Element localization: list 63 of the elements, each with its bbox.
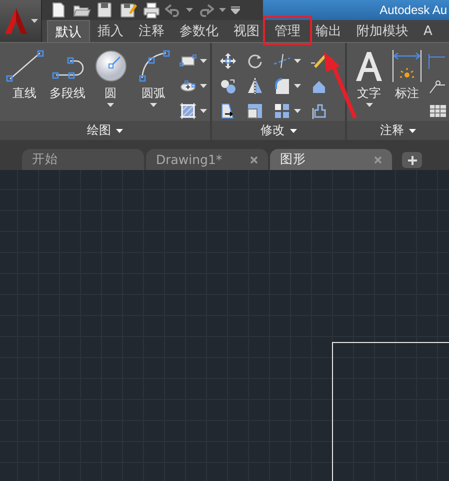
- caret-icon[interactable]: [200, 109, 207, 113]
- hatch-icon[interactable]: [179, 102, 197, 120]
- caret-icon[interactable]: [116, 128, 123, 132]
- caret-icon[interactable]: [186, 8, 193, 12]
- mirror-icon[interactable]: [246, 77, 264, 95]
- save-icon[interactable]: [96, 1, 114, 19]
- ribbon-tab[interactable]: 参数化: [172, 20, 226, 42]
- ribbon-tab[interactable]: 插入: [90, 20, 131, 42]
- tab-label: 图形: [280, 151, 306, 168]
- annotation-arrow: [324, 52, 357, 119]
- tool-button[interactable]: 标注: [388, 48, 426, 102]
- scale-icon[interactable]: [246, 102, 264, 120]
- letter-a-logo-icon: [3, 7, 29, 35]
- caret-icon[interactable]: [294, 59, 301, 63]
- ribbon-tab[interactable]: 注释: [131, 20, 172, 42]
- line-icon: [4, 48, 44, 84]
- move-icon[interactable]: [219, 52, 237, 70]
- ribbon-tab[interactable]: 输出: [308, 20, 349, 42]
- tab-label: 开始: [32, 151, 58, 168]
- tab-label: Drawing1*: [156, 152, 222, 167]
- trim-icon[interactable]: [273, 52, 291, 70]
- caret-icon[interactable]: [107, 103, 114, 107]
- ribbon-tab[interactable]: 管理: [267, 20, 308, 42]
- copy-icon[interactable]: [219, 77, 237, 95]
- ribbon-tab[interactable]: 视图: [226, 20, 267, 42]
- caret-icon[interactable]: [366, 103, 372, 107]
- table-icon[interactable]: [428, 102, 446, 120]
- panel-title[interactable]: 绘图: [83, 122, 127, 139]
- dimension-icon: [390, 48, 424, 84]
- ribbon-tab[interactable]: 附加模块: [349, 20, 416, 42]
- document-tab[interactable]: 开始: [22, 149, 144, 170]
- plus-icon: [408, 156, 416, 164]
- undo-icon[interactable]: [165, 3, 181, 17]
- ribbon-tab[interactable]: 默认: [47, 20, 90, 42]
- redo-icon[interactable]: [198, 3, 214, 17]
- caret-icon[interactable]: [219, 8, 226, 12]
- caret-icon[interactable]: [294, 109, 301, 113]
- rotate-icon[interactable]: [246, 52, 264, 70]
- caret-icon[interactable]: [200, 84, 207, 88]
- fillet-icon[interactable]: [273, 77, 291, 95]
- caret-icon[interactable]: [409, 128, 416, 132]
- menu-icon[interactable]: [231, 6, 240, 14]
- caret-icon[interactable]: [290, 128, 296, 132]
- ribbon-tab[interactable]: A: [416, 20, 432, 42]
- caret-icon[interactable]: [200, 59, 207, 63]
- tool-button[interactable]: 多段线: [46, 48, 89, 102]
- close-icon[interactable]: [250, 156, 258, 164]
- tool-button[interactable]: 直线: [3, 48, 46, 102]
- caret-icon[interactable]: [294, 84, 301, 88]
- caret-icon[interactable]: [150, 103, 157, 107]
- array-icon[interactable]: [273, 102, 291, 120]
- caret-icon[interactable]: [31, 19, 38, 23]
- printer-icon[interactable]: [142, 1, 160, 19]
- save-as-icon[interactable]: [119, 1, 137, 19]
- application-menu-button[interactable]: [0, 0, 42, 42]
- new-tab-button[interactable]: [402, 152, 422, 168]
- document-tab[interactable]: 图形: [270, 149, 392, 170]
- tool-button[interactable]: 圆弧: [132, 48, 175, 107]
- tool-button[interactable]: 文字: [350, 48, 388, 107]
- offset-icon[interactable]: [310, 102, 328, 120]
- document-tab[interactable]: Drawing1*: [146, 149, 268, 170]
- tool-button[interactable]: 圆: [89, 48, 132, 107]
- window-title: Autodesk Au: [380, 3, 447, 17]
